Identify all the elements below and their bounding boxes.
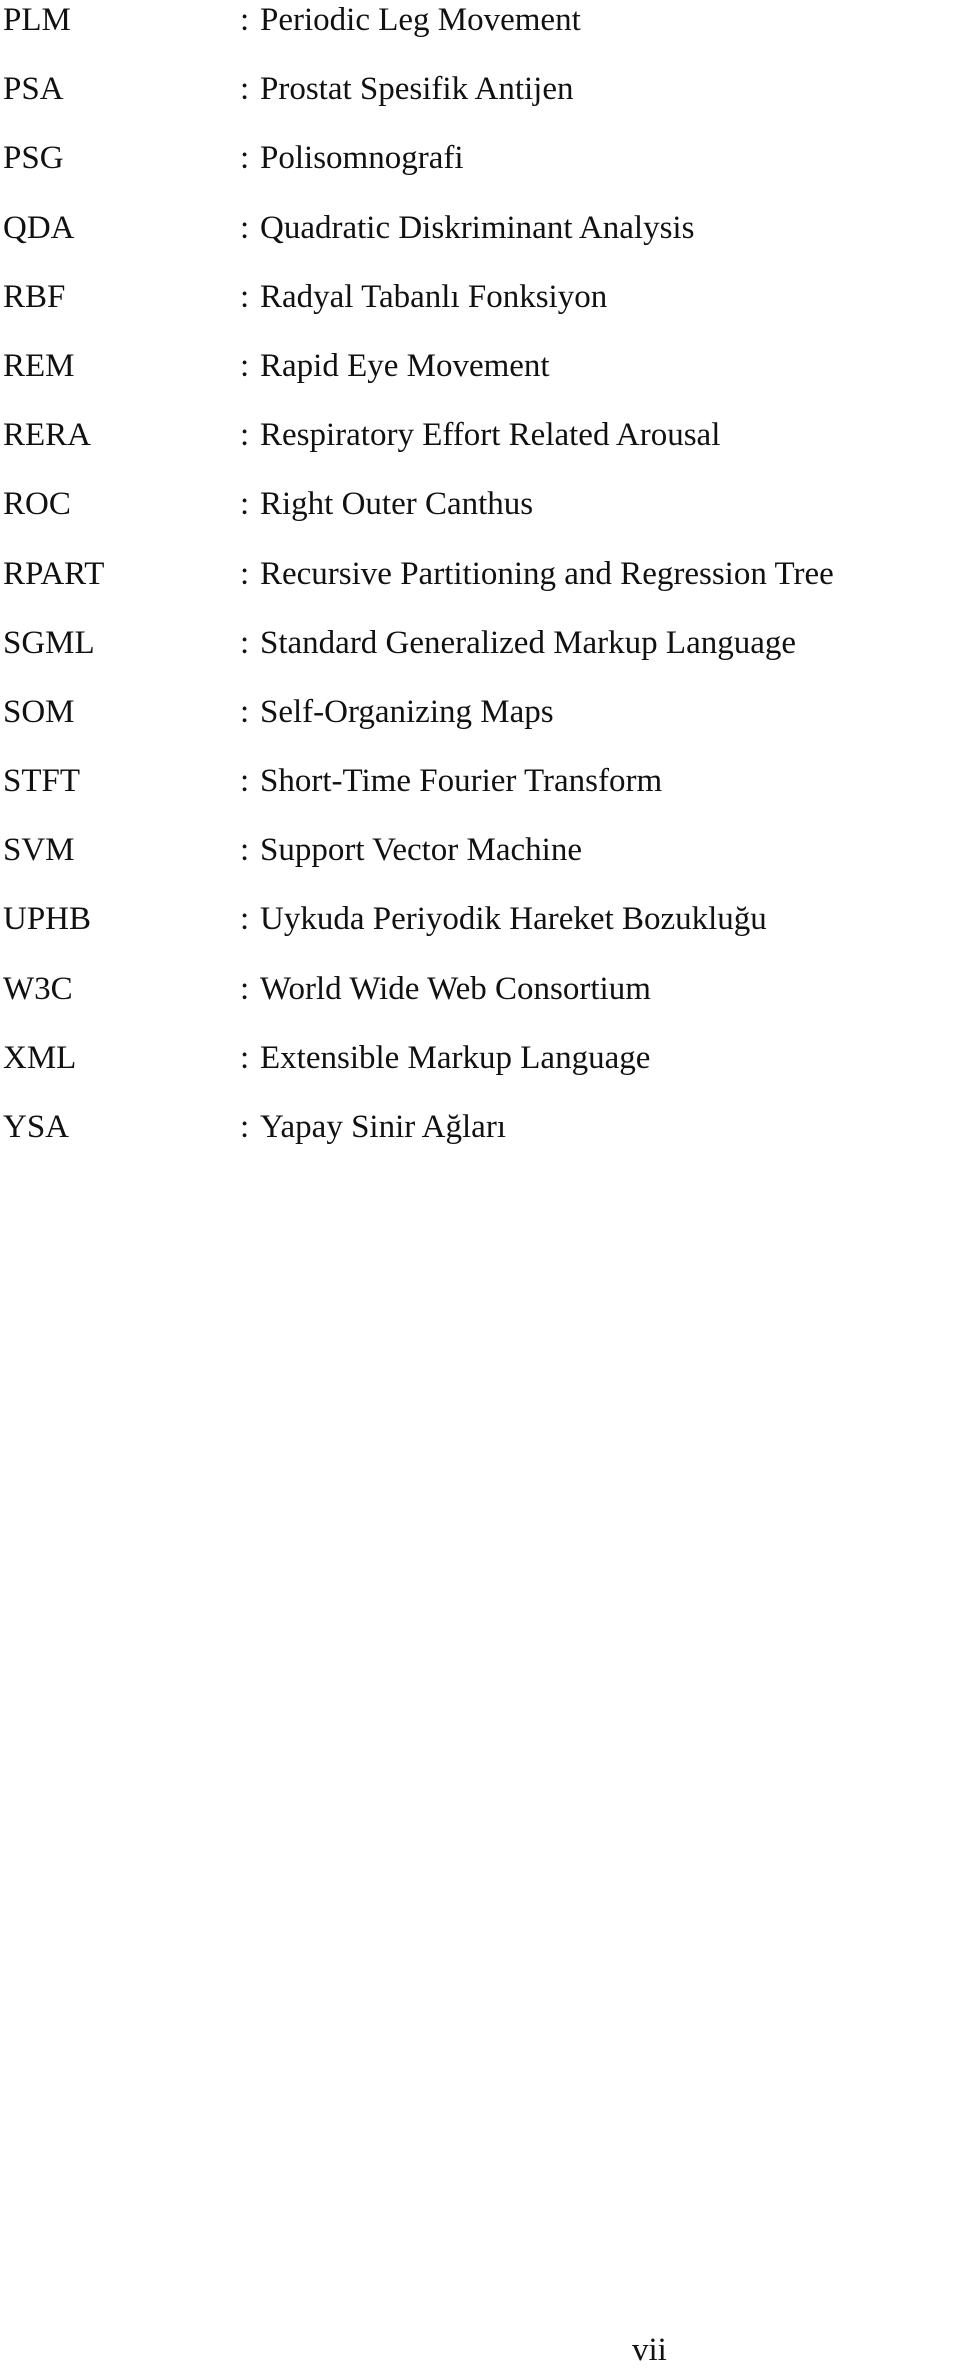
abbreviation-term: PSA <box>3 71 64 108</box>
abbreviation-definition: Extensible Markup Language <box>260 1039 651 1076</box>
abbreviation-term: XML <box>3 1039 77 1076</box>
abbreviation-definition: Respiratory Effort Related Arousal <box>260 417 721 454</box>
abbreviation-definition: Yapay Sinir Ağları <box>260 1109 506 1145</box>
abbreviation-separator: : <box>240 347 250 384</box>
abbreviation-row: W3C : World Wide Web Consortium <box>0 969 960 1038</box>
abbreviation-term: PLM <box>3 2 71 38</box>
abbreviation-row: UPHB : Uykuda Periyodik Hareket Bozukluğ… <box>0 899 960 968</box>
abbreviation-term: RBF <box>3 278 66 315</box>
abbreviation-separator: : <box>240 901 250 938</box>
abbreviation-term: QDA <box>3 209 75 246</box>
abbreviation-definition: Polisomnografi <box>260 140 464 177</box>
abbreviation-definition: Prostat Spesifik Antijen <box>260 71 574 108</box>
abbreviation-definition: Standard Generalized Markup Language <box>260 624 797 661</box>
abbreviation-definition: World Wide Web Consortium <box>260 970 651 1007</box>
abbreviation-separator: : <box>240 693 250 730</box>
abbreviation-separator: : <box>240 1039 250 1076</box>
abbreviation-term: SVM <box>3 832 75 869</box>
abbreviation-separator: : <box>240 278 250 315</box>
abbreviation-row: RERA : Respiratory Effort Related Arousa… <box>0 415 960 484</box>
abbreviation-term: ROC <box>3 486 71 523</box>
abbreviation-term: YSA <box>3 1109 70 1145</box>
abbreviation-separator: : <box>240 763 250 800</box>
abbreviation-definition: Support Vector Machine <box>260 832 582 869</box>
abbreviation-separator: : <box>240 970 250 1007</box>
abbreviation-term: SOM <box>3 693 75 730</box>
abbreviation-definition: Self-Organizing Maps <box>260 693 554 730</box>
abbreviation-definition: Uykuda Periyodik Hareket Bozukluğu <box>260 901 767 938</box>
abbreviation-row: PSA : Prostat Spesifik Antijen <box>0 69 960 138</box>
abbreviation-term: STFT <box>3 763 81 800</box>
abbreviation-row: YSA : Yapay Sinir Ağları <box>0 1107 960 1176</box>
abbreviation-separator: : <box>240 832 250 869</box>
abbreviation-definition: Radyal Tabanlı Fonksiyon <box>260 278 608 315</box>
abbreviation-row: REM : Rapid Eye Movement <box>0 346 960 415</box>
abbreviation-separator: : <box>240 71 250 108</box>
abbreviation-row: XML : Extensible Markup Language <box>0 1038 960 1107</box>
abbreviation-separator: : <box>240 2 250 38</box>
abbreviation-definition: Periodic Leg Movement <box>260 2 581 38</box>
abbreviation-term: RPART <box>3 555 105 592</box>
abbreviation-definition: Rapid Eye Movement <box>260 347 550 384</box>
abbreviation-separator: : <box>240 417 250 454</box>
abbreviation-row: PLM : Periodic Leg Movement <box>0 0 960 69</box>
abbreviation-row: SGML : Standard Generalized Markup Langu… <box>0 623 960 692</box>
abbreviation-term: REM <box>3 347 75 384</box>
abbreviation-term: PSG <box>3 140 64 177</box>
abbreviation-row: SVM : Support Vector Machine <box>0 830 960 899</box>
abbreviation-separator: : <box>240 209 250 246</box>
abbreviation-separator: : <box>240 486 250 523</box>
abbreviation-row: STFT : Short-Time Fourier Transform <box>0 761 960 830</box>
abbreviation-definition: Short-Time Fourier Transform <box>260 763 663 800</box>
abbreviation-term: W3C <box>3 970 73 1007</box>
abbreviation-row: SOM : Self-Organizing Maps <box>0 692 960 761</box>
abbreviation-row: RPART : Recursive Partitioning and Regre… <box>0 554 960 623</box>
abbreviation-list: PLM : Periodic Leg Movement PSA : Prosta… <box>0 0 960 1176</box>
abbreviation-row: PSG : Polisomnografi <box>0 138 960 207</box>
abbreviation-term: RERA <box>3 417 92 454</box>
abbreviation-separator: : <box>240 1109 250 1145</box>
abbreviation-separator: : <box>240 624 250 661</box>
abbreviation-term: UPHB <box>3 901 92 938</box>
abbreviation-row: RBF : Radyal Tabanlı Fonksiyon <box>0 277 960 346</box>
abbreviation-term: SGML <box>3 624 95 661</box>
abbreviation-definition: Recursive Partitioning and Regression Tr… <box>260 555 834 592</box>
abbreviation-row: QDA : Quadratic Diskriminant Analysis <box>0 208 960 277</box>
abbreviation-row: ROC : Right Outer Canthus <box>0 484 960 553</box>
abbreviation-separator: : <box>240 140 250 177</box>
abbreviation-definition: Right Outer Canthus <box>260 486 534 523</box>
page-number: vii <box>632 2332 667 2368</box>
abbreviation-definition: Quadratic Diskriminant Analysis <box>260 209 695 246</box>
abbreviation-separator: : <box>240 555 250 592</box>
